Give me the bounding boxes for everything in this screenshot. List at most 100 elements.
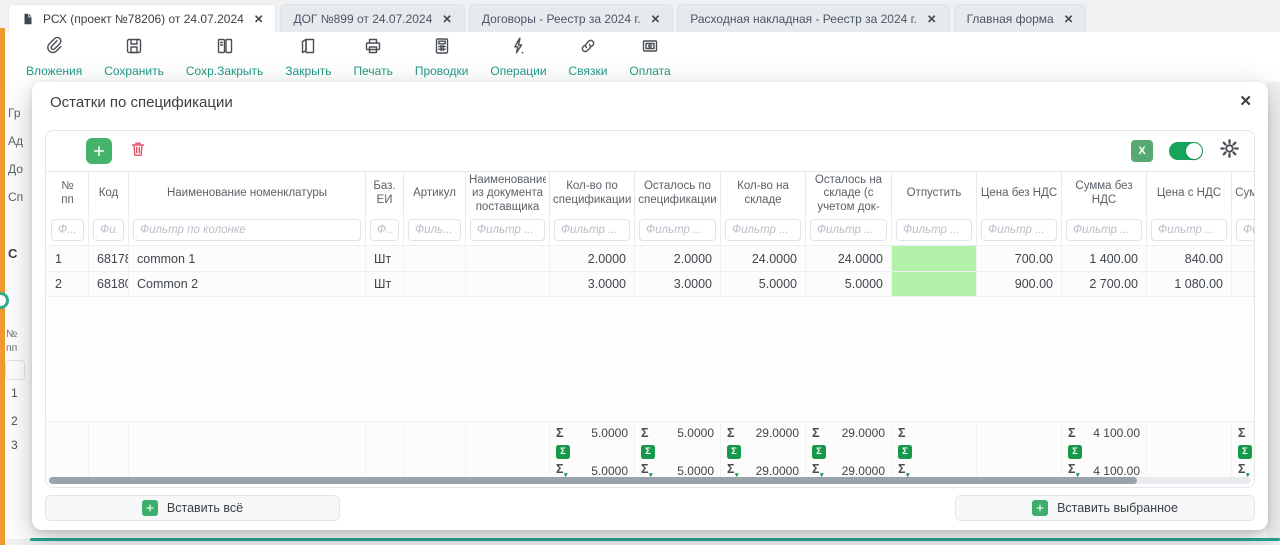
filter-input-7[interactable] xyxy=(639,219,716,241)
close-tab-icon[interactable]: ✕ xyxy=(254,12,264,26)
cell: 2 xyxy=(46,271,88,297)
filter-input-5[interactable] xyxy=(470,219,545,241)
tab-invoice-registry[interactable]: Расходная накладная - Реестр за 2024 г. … xyxy=(677,4,949,32)
filter-input-4[interactable] xyxy=(408,219,461,241)
filter-input-6[interactable] xyxy=(554,219,630,241)
column-header-14[interactable]: Сумма с НДС xyxy=(1231,172,1254,216)
sum-total-icon[interactable]: Σ xyxy=(812,426,820,440)
column-header-10[interactable]: Отпустить xyxy=(891,172,976,216)
table-empty-space xyxy=(46,297,1254,421)
column-header-label: Наименование из документа поставщика xyxy=(469,174,546,215)
spec-remains-dialog: Остатки по спецификации ✕ X № ппКодН xyxy=(32,82,1268,530)
filter-cell xyxy=(549,215,634,245)
column-header-label: № пп xyxy=(57,180,79,207)
postings-button[interactable]: Проводки xyxy=(406,33,478,81)
payment-button[interactable]: Оплата xyxy=(620,33,679,81)
column-header-13[interactable]: Цена с НДС xyxy=(1146,172,1231,216)
close-tab-icon[interactable]: ✕ xyxy=(442,12,452,26)
sum-total-icon[interactable]: Σ xyxy=(556,426,564,440)
sum-total-icon[interactable]: Σ xyxy=(1238,426,1246,440)
cell xyxy=(465,271,549,297)
tab-contracts-registry[interactable]: Договоры - Реестр за 2024 г. ✕ xyxy=(469,4,673,32)
sum-selected-icon[interactable]: Σ xyxy=(556,445,570,459)
column-header-0[interactable]: № пп xyxy=(46,172,88,216)
sum-total-icon[interactable]: Σ xyxy=(1068,426,1076,440)
sum-total-icon[interactable]: Σ xyxy=(898,426,906,440)
tab-rsx-project[interactable]: РСХ (проект №78206) от 24.07.2024 ✕ xyxy=(8,4,276,32)
filter-cell xyxy=(128,215,365,245)
sum-selected-icon[interactable]: Σ xyxy=(1068,445,1082,459)
column-header-9[interactable]: Осталось на складе (с учетом док- xyxy=(805,172,891,216)
cell: 1 400.00 xyxy=(1061,245,1146,271)
delete-row-button[interactable] xyxy=(128,139,148,164)
column-header-12[interactable]: Сумма без НДС xyxy=(1061,172,1146,216)
close-tab-icon[interactable]: ✕ xyxy=(927,12,937,26)
column-header-7[interactable]: Осталось по спецификации xyxy=(634,172,720,216)
release-cell[interactable] xyxy=(891,245,976,271)
column-header-label: Кол-во на складе xyxy=(724,180,802,207)
sum-total-icon[interactable]: Σ xyxy=(727,426,735,440)
filter-input-14[interactable] xyxy=(1236,219,1254,241)
lightning-icon xyxy=(508,36,528,61)
footer-cell xyxy=(403,422,465,481)
tab-label: Расходная накладная - Реестр за 2024 г. xyxy=(690,12,917,26)
filter-input-0[interactable] xyxy=(51,219,84,241)
table-row[interactable]: 168178common 1Шт2.00002.000024.000024.00… xyxy=(46,245,1254,271)
filter-input-8[interactable] xyxy=(725,219,801,241)
filter-input-9[interactable] xyxy=(810,219,887,241)
save-button[interactable]: Сохранить xyxy=(95,33,173,81)
filter-input-11[interactable] xyxy=(981,219,1057,241)
tab-dog-899[interactable]: ДОГ №899 от 24.07.2024 ✕ xyxy=(280,4,464,32)
cell: 2.0000 xyxy=(549,245,634,271)
filter-input-2[interactable] xyxy=(133,219,361,241)
column-header-2[interactable]: Наименование номенклатуры xyxy=(128,172,365,216)
attachments-button[interactable]: Вложения xyxy=(17,33,91,81)
save-icon xyxy=(124,36,144,61)
sum-selected-icon[interactable]: Σ xyxy=(641,445,655,459)
close-dialog-icon[interactable]: ✕ xyxy=(1239,92,1252,110)
bg-row-number: 1 xyxy=(11,386,18,400)
links-button[interactable]: Связки xyxy=(560,33,617,81)
column-header-6[interactable]: Кол-во по спецификации xyxy=(549,172,634,216)
column-header-1[interactable]: Код xyxy=(88,172,128,216)
release-cell[interactable] xyxy=(891,271,976,297)
column-header-11[interactable]: Цена без НДС xyxy=(976,172,1061,216)
sum-selected-icon[interactable]: Σ xyxy=(898,445,912,459)
sum-selected-icon[interactable]: Σ xyxy=(812,445,826,459)
operations-button[interactable]: Операции xyxy=(481,33,555,81)
sum-selected-icon[interactable]: Σ xyxy=(1238,445,1252,459)
filter-cell xyxy=(1146,215,1231,245)
insert-selected-button[interactable]: Вставить выбранное xyxy=(955,495,1255,521)
close-tab-icon[interactable]: ✕ xyxy=(1064,12,1074,26)
filter-cell xyxy=(805,215,891,245)
filter-input-13[interactable] xyxy=(1151,219,1227,241)
sum-selected-icon[interactable]: Σ xyxy=(727,445,741,459)
save-close-button[interactable]: Сохр.Закрыть xyxy=(177,33,272,81)
filter-input-12[interactable] xyxy=(1066,219,1142,241)
column-header-8[interactable]: Кол-во на складе xyxy=(720,172,805,216)
export-excel-button[interactable]: X xyxy=(1131,140,1153,162)
footer-cell xyxy=(365,422,403,481)
filter-input-3[interactable] xyxy=(370,219,399,241)
toggle-switch[interactable] xyxy=(1169,142,1203,160)
footer-cell: Σ29.0000ΣΣ▾29.0000 xyxy=(805,422,891,481)
scrollbar-thumb[interactable] xyxy=(49,477,1137,484)
footer-cell: Σ5.0000ΣΣ▾5.0000 xyxy=(549,422,634,481)
sum-total-icon[interactable]: Σ xyxy=(641,426,649,440)
tab-main-form[interactable]: Главная форма ✕ xyxy=(954,4,1087,32)
column-header-5[interactable]: Наименование из документа поставщика xyxy=(465,172,549,216)
table-row[interactable]: 268180Common 2Шт3.00003.00005.00005.0000… xyxy=(46,271,1254,297)
filter-input-1[interactable] xyxy=(93,219,124,241)
insert-all-button[interactable]: Вставить всё xyxy=(45,495,340,521)
close-button[interactable]: Закрыть xyxy=(276,33,340,81)
settings-button[interactable] xyxy=(1219,138,1240,164)
cell: 900.00 xyxy=(976,271,1061,297)
close-tab-icon[interactable]: ✕ xyxy=(651,12,661,26)
filter-input-10[interactable] xyxy=(896,219,972,241)
document-icon xyxy=(21,12,35,26)
column-header-3[interactable]: Баз. ЕИ xyxy=(365,172,403,216)
print-button[interactable]: Печать xyxy=(345,33,402,81)
toolbar-label: Связки xyxy=(569,64,608,78)
column-header-4[interactable]: Артикул xyxy=(403,172,465,216)
add-row-button[interactable] xyxy=(86,138,112,164)
